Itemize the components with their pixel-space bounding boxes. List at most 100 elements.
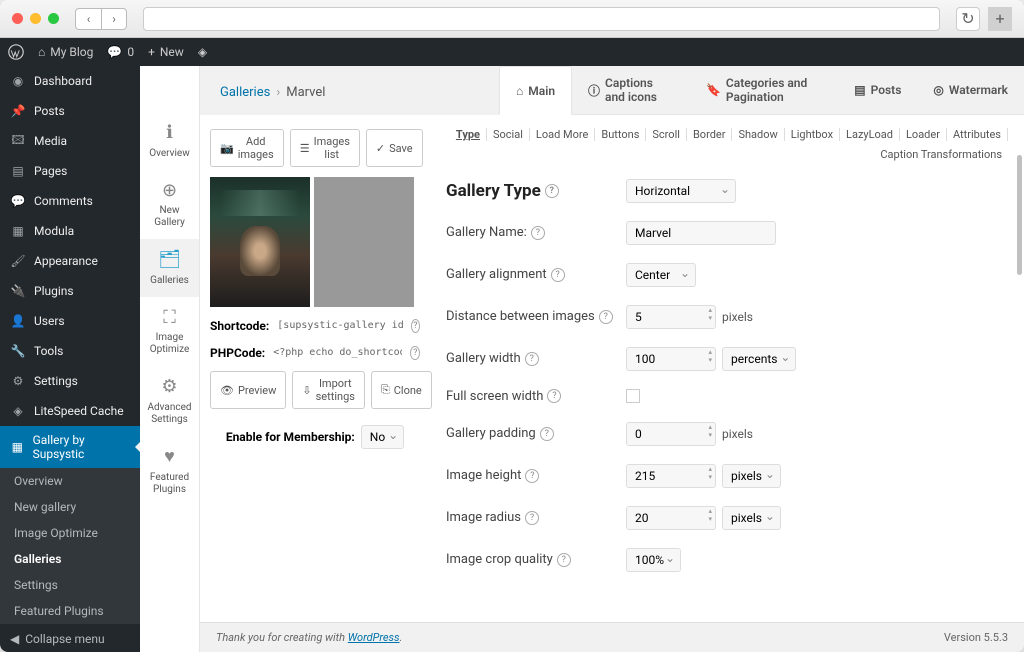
sliders-icon: ⚙ — [10, 373, 26, 389]
help-icon[interactable]: ? — [599, 310, 613, 324]
subnav-image-optimize[interactable]: ⛶Image Optimize — [140, 297, 199, 367]
wrench-icon: 🔧 — [10, 343, 26, 359]
toolbar-extra-icon[interactable]: ◈ — [198, 45, 207, 59]
submenu-image-optimize[interactable]: Image Optimize — [0, 520, 140, 546]
pin-icon: 📌 — [10, 103, 26, 119]
subnav-featured-plugins[interactable]: ♥Featured Plugins — [140, 436, 199, 506]
menu-plugins[interactable]: 🔌Plugins — [0, 276, 140, 306]
clone-button[interactable]: ⎘Clone — [371, 371, 432, 409]
home-icon: ⌂ — [38, 45, 45, 59]
gallery-type-select[interactable]: Horizontal — [626, 179, 736, 203]
subtab-caption-transform[interactable]: Caption Transformations — [874, 148, 1008, 161]
back-button[interactable]: ‹ — [75, 8, 101, 30]
subtab-scroll[interactable]: Scroll — [646, 128, 687, 141]
help-icon[interactable]: ? — [540, 427, 554, 441]
minimize-window[interactable] — [30, 13, 41, 24]
help-icon[interactable]: ? — [410, 346, 420, 360]
menu-pages[interactable]: ▤Pages — [0, 156, 140, 186]
subtab-loadmore[interactable]: Load More — [530, 128, 595, 141]
menu-appearance[interactable]: 🖌Appearance — [0, 246, 140, 276]
menu-gallery-supsystic[interactable]: ▦Gallery by Supsystic — [0, 426, 140, 468]
distance-input[interactable] — [626, 305, 716, 329]
url-bar[interactable] — [143, 7, 940, 31]
phpcode-value[interactable] — [271, 344, 404, 361]
help-icon[interactable]: ? — [545, 184, 559, 198]
tab-captions[interactable]: ⓘCaptions and icons — [572, 66, 690, 114]
height-unit-select[interactable]: pixels — [722, 464, 781, 488]
submenu-settings[interactable]: Settings — [0, 572, 140, 598]
posts-icon: ▤ — [854, 83, 865, 97]
submenu-overview[interactable]: Overview — [0, 468, 140, 494]
menu-media[interactable]: 🖾Media — [0, 126, 140, 156]
tab-posts[interactable]: ▤Posts — [838, 66, 917, 114]
subtab-type[interactable]: Type — [450, 128, 487, 141]
subtab-attributes[interactable]: Attributes — [947, 128, 1008, 141]
help-icon[interactable]: ? — [411, 319, 420, 333]
site-home-link[interactable]: ⌂ My Blog — [38, 45, 93, 59]
subtab-buttons[interactable]: Buttons — [595, 128, 646, 141]
subtab-lightbox[interactable]: Lightbox — [785, 128, 840, 141]
subtab-shadow[interactable]: Shadow — [732, 128, 784, 141]
images-list-button[interactable]: ☰Images list — [290, 129, 360, 167]
unit-label: pixels — [722, 427, 753, 441]
subnav-galleries[interactable]: 🗂Galleries — [140, 239, 199, 297]
padding-input[interactable] — [626, 422, 716, 446]
subtab-border[interactable]: Border — [687, 128, 733, 141]
help-icon[interactable]: ? — [525, 352, 539, 366]
refresh-button[interactable]: ↻ — [956, 7, 980, 31]
menu-tools[interactable]: 🔧Tools — [0, 336, 140, 366]
help-icon[interactable]: ? — [547, 389, 561, 403]
subnav-advanced-settings[interactable]: ⚙Advanced Settings — [140, 366, 199, 436]
menu-users[interactable]: 👤Users — [0, 306, 140, 336]
add-images-button[interactable]: 📷Add images — [210, 129, 284, 167]
breadcrumb-root[interactable]: Galleries — [220, 85, 270, 100]
fullscreen-checkbox[interactable] — [626, 389, 640, 403]
subnav-overview[interactable]: ℹOverview — [140, 112, 199, 170]
help-icon[interactable]: ? — [557, 553, 571, 567]
help-icon[interactable]: ? — [551, 268, 565, 282]
menu-comments[interactable]: 💬Comments — [0, 186, 140, 216]
new-tab-button[interactable]: + — [988, 7, 1012, 31]
subtab-lazyload[interactable]: LazyLoad — [840, 128, 900, 141]
menu-dashboard[interactable]: ◉Dashboard — [0, 66, 140, 96]
subnav-new-gallery[interactable]: ⊕New Gallery — [140, 170, 199, 240]
import-button[interactable]: ⇩Import settings — [292, 371, 365, 409]
menu-settings[interactable]: ⚙Settings — [0, 366, 140, 396]
radius-unit-select[interactable]: pixels — [722, 506, 781, 530]
help-icon[interactable]: ? — [531, 226, 545, 240]
close-window[interactable] — [12, 13, 23, 24]
menu-posts[interactable]: 📌Posts — [0, 96, 140, 126]
wp-logo[interactable] — [8, 44, 24, 60]
shortcode-value[interactable] — [275, 317, 404, 334]
wordpress-link[interactable]: WordPress — [348, 631, 400, 644]
radius-input[interactable] — [626, 506, 716, 530]
help-icon[interactable]: ? — [525, 511, 539, 525]
width-unit-select[interactable]: percents — [722, 347, 796, 371]
subtab-loader[interactable]: Loader — [900, 128, 947, 141]
alignment-select[interactable]: Center — [626, 263, 696, 287]
menu-modula[interactable]: ▦Modula — [0, 216, 140, 246]
submenu-galleries[interactable]: Galleries — [0, 546, 140, 572]
width-input[interactable] — [626, 347, 716, 371]
scrollbar[interactable] — [1017, 155, 1022, 275]
new-content-link[interactable]: + New — [148, 45, 184, 59]
submenu-new-gallery[interactable]: New gallery — [0, 494, 140, 520]
tab-main[interactable]: ⌂Main — [499, 66, 572, 115]
forward-button[interactable]: › — [101, 8, 127, 30]
tab-categories[interactable]: 🔖Categories and Pagination — [690, 66, 838, 114]
subtab-social[interactable]: Social — [487, 128, 530, 141]
submenu-featured-plugins[interactable]: Featured Plugins — [0, 598, 140, 624]
help-icon[interactable]: ? — [525, 469, 539, 483]
collapse-menu[interactable]: ◀Collapse menu — [0, 624, 140, 652]
membership-select[interactable]: No — [361, 425, 404, 449]
crop-select[interactable]: 100% — [626, 548, 681, 572]
menu-litespeed[interactable]: ◈LiteSpeed Cache — [0, 396, 140, 426]
gallery-name-input[interactable] — [626, 221, 776, 245]
preview-button[interactable]: 👁Preview — [210, 371, 286, 409]
height-input[interactable] — [626, 464, 716, 488]
gallery-thumbnail[interactable] — [210, 177, 310, 307]
save-button[interactable]: ✓Save — [366, 129, 423, 167]
comments-link[interactable]: 💬 0 — [107, 45, 134, 59]
maximize-window[interactable] — [48, 13, 59, 24]
tab-watermark[interactable]: ◎Watermark — [917, 66, 1024, 114]
